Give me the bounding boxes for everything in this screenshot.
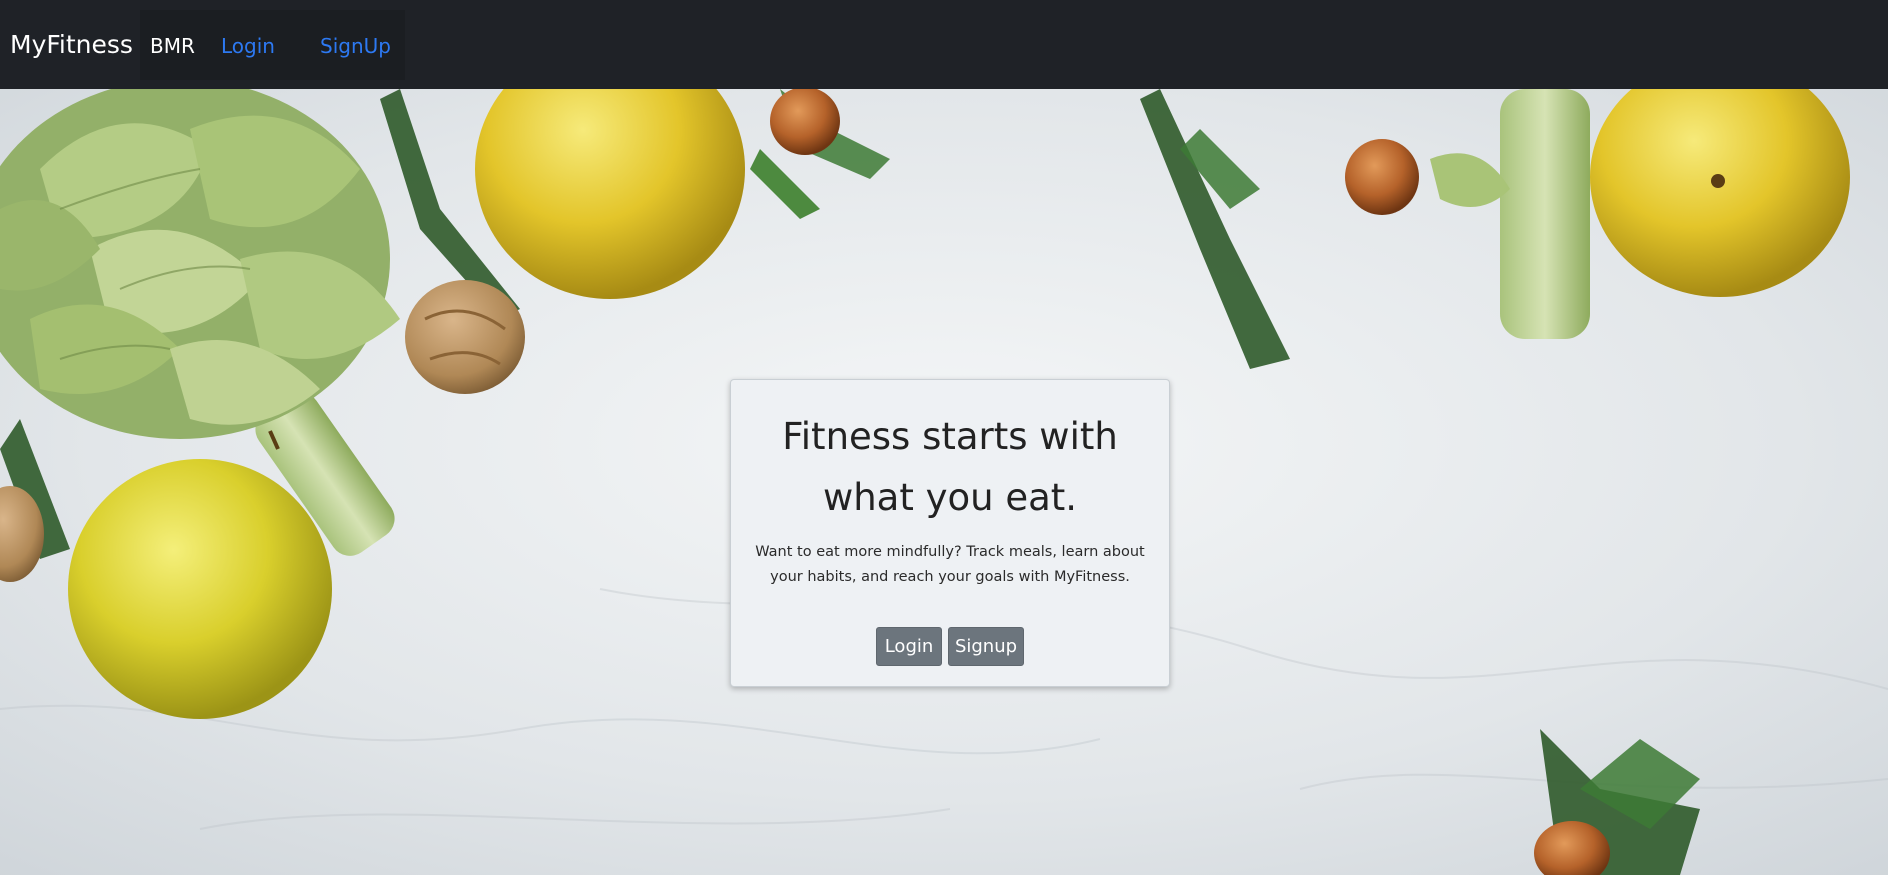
hero-card: Fitness starts with what you eat. Want t… xyxy=(730,379,1170,687)
hero-section: Fitness starts with what you eat. Want t… xyxy=(0,89,1888,875)
nav-link-signup[interactable]: SignUp xyxy=(320,33,391,59)
nav-links-group: BMR Login SignUp xyxy=(140,10,405,80)
top-navbar: MyFitness BMR Login SignUp xyxy=(0,0,1888,89)
hazelnut-right xyxy=(1345,139,1419,215)
nav-link-bmr[interactable]: BMR xyxy=(150,33,195,59)
hero-title: Fitness starts with what you eat. xyxy=(782,415,1118,519)
walnut-center xyxy=(405,280,525,394)
artichoke-stem-right xyxy=(1500,89,1590,339)
hero-login-button[interactable]: Login xyxy=(876,627,942,666)
hero-description: Want to eat more mindfully? Track meals,… xyxy=(755,544,1145,585)
hero-signup-button[interactable]: Signup xyxy=(948,627,1024,666)
pear-illustration-left xyxy=(68,459,332,719)
hazelnut-top xyxy=(770,89,840,155)
brand-logo-link[interactable]: MyFitness xyxy=(10,28,133,62)
nav-link-login[interactable]: Login xyxy=(221,33,275,59)
